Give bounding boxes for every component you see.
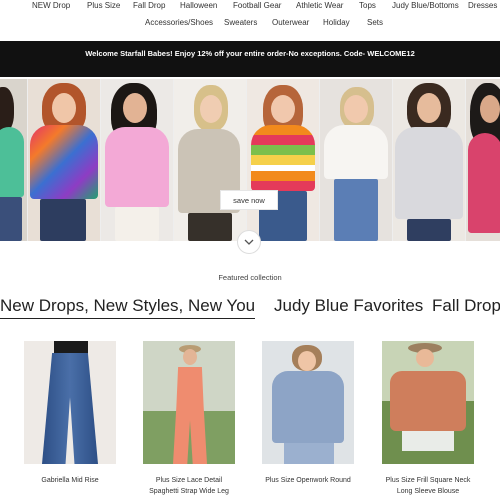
product-card[interactable]: Plus Size Openwork Round — [262, 341, 354, 486]
nav-item-outerwear[interactable]: Outerwear — [272, 17, 309, 29]
product-image[interactable] — [143, 341, 235, 464]
nav-item-new-drop[interactable]: NEW Drop — [32, 0, 70, 12]
nav-item-fall-drop[interactable]: Fall Drop — [133, 0, 165, 12]
hero-model-image — [174, 79, 246, 241]
hero-carousel[interactable] — [0, 79, 500, 241]
product-image[interactable] — [262, 341, 354, 464]
nav-item-tops[interactable]: Tops — [359, 0, 376, 12]
nav-item-dresses[interactable]: Dresses — [468, 0, 497, 12]
product-image[interactable] — [382, 341, 474, 464]
tab-new-drops[interactable]: New Drops, New Styles, New You — [0, 294, 256, 319]
hero-model-image — [101, 79, 173, 241]
nav-item-football-gear[interactable]: Football Gear — [233, 0, 281, 12]
promo-banner-text: Welcome Starfall Babes! Enjoy 12% off yo… — [85, 49, 415, 58]
nav-item-holiday[interactable]: Holiday — [323, 17, 350, 29]
nav-item-judy-blue[interactable]: Judy Blue/Bottoms — [392, 0, 459, 12]
nav-row-secondary: Accessories/Shoes Sweaters Outerwear Hol… — [0, 17, 500, 31]
product-card[interactable]: Gabriella Mid Rise — [24, 341, 116, 486]
top-navigation: NEW Drop Plus Size Fall Drop Halloween F… — [0, 0, 500, 40]
nav-item-accessories-shoes[interactable]: Accessories/Shoes — [145, 17, 213, 29]
hero-model-image — [466, 79, 500, 241]
hero-model-image — [28, 79, 100, 241]
save-now-button[interactable]: save now — [220, 190, 278, 210]
nav-item-halloween[interactable]: Halloween — [180, 0, 217, 12]
collection-tabs: New Drops, New Styles, New You Judy Blue… — [0, 294, 500, 324]
nav-item-plus-size[interactable]: Plus Size — [87, 0, 120, 12]
tab-judy-blue-favorites[interactable]: Judy Blue Favorites — [274, 294, 423, 318]
nav-item-sweaters[interactable]: Sweaters — [224, 17, 257, 29]
hero-model-image — [247, 79, 319, 241]
hero-model-image — [0, 79, 27, 241]
nav-item-athletic-wear[interactable]: Athletic Wear — [296, 0, 343, 12]
nav-row-primary: NEW Drop Plus Size Fall Drop Halloween F… — [0, 0, 500, 14]
product-name[interactable]: Gabriella Mid Rise — [24, 475, 116, 486]
product-card[interactable]: Plus Size Lace Detail Spaghetti Strap Wi… — [143, 341, 235, 497]
nav-item-sets[interactable]: Sets — [367, 17, 383, 29]
hero-model-image — [393, 79, 465, 241]
product-name[interactable]: Plus Size Lace Detail Spaghetti Strap Wi… — [143, 475, 235, 497]
product-name[interactable]: Plus Size Frill Square Neck Long Sleeve … — [382, 475, 474, 497]
promo-banner: Welcome Starfall Babes! Enjoy 12% off yo… — [0, 41, 500, 77]
product-name[interactable]: Plus Size Openwork Round — [262, 475, 354, 486]
product-card[interactable]: Plus Size Frill Square Neck Long Sleeve … — [382, 341, 474, 497]
scroll-down-button[interactable] — [237, 230, 261, 254]
tab-fall-drop[interactable]: Fall Drop — [432, 294, 500, 318]
product-image[interactable] — [24, 341, 116, 464]
chevron-down-icon — [244, 239, 254, 245]
featured-collection-label: Featured collection — [218, 273, 282, 282]
hero-model-image — [320, 79, 392, 241]
